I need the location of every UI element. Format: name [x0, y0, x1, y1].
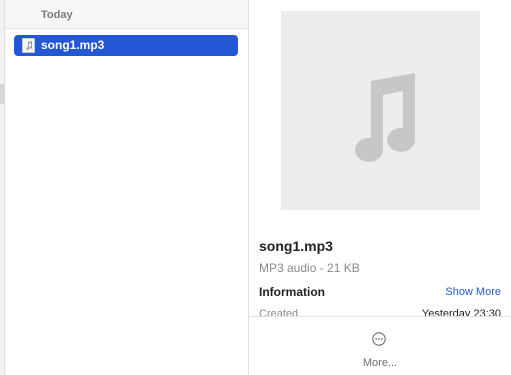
information-heading: Information [259, 285, 325, 299]
show-more-link[interactable]: Show More [445, 286, 501, 298]
music-note-icon [355, 73, 416, 162]
info-row-value: Yesterday 23:30 [421, 308, 501, 316]
section-header: Today [5, 0, 248, 29]
preview-pane: song1.mp3 MP3 audio - 21 KB Information … [249, 0, 511, 375]
file-row-name: song1.mp3 [41, 38, 105, 52]
information-list: Created Yesterday 23:30 [249, 304, 511, 316]
more-button-label: More... [362, 357, 398, 369]
info-row: Created Yesterday 23:30 [259, 308, 501, 316]
file-row-selected[interactable]: song1.mp3 [14, 35, 238, 56]
album-artwork [281, 11, 480, 210]
footer-divider [249, 316, 511, 317]
ellipsis-circle-icon [372, 332, 386, 346]
more-button[interactable]: More... [345, 326, 415, 372]
preview-subtitle: MP3 audio - 21 KB [259, 261, 360, 275]
info-row-label: Created [259, 308, 299, 316]
section-header-label: Today [41, 9, 73, 21]
file-list-pane: Today song1.mp3 [5, 0, 248, 375]
preview-title: song1.mp3 [259, 238, 333, 254]
music-file-icon [22, 38, 35, 53]
